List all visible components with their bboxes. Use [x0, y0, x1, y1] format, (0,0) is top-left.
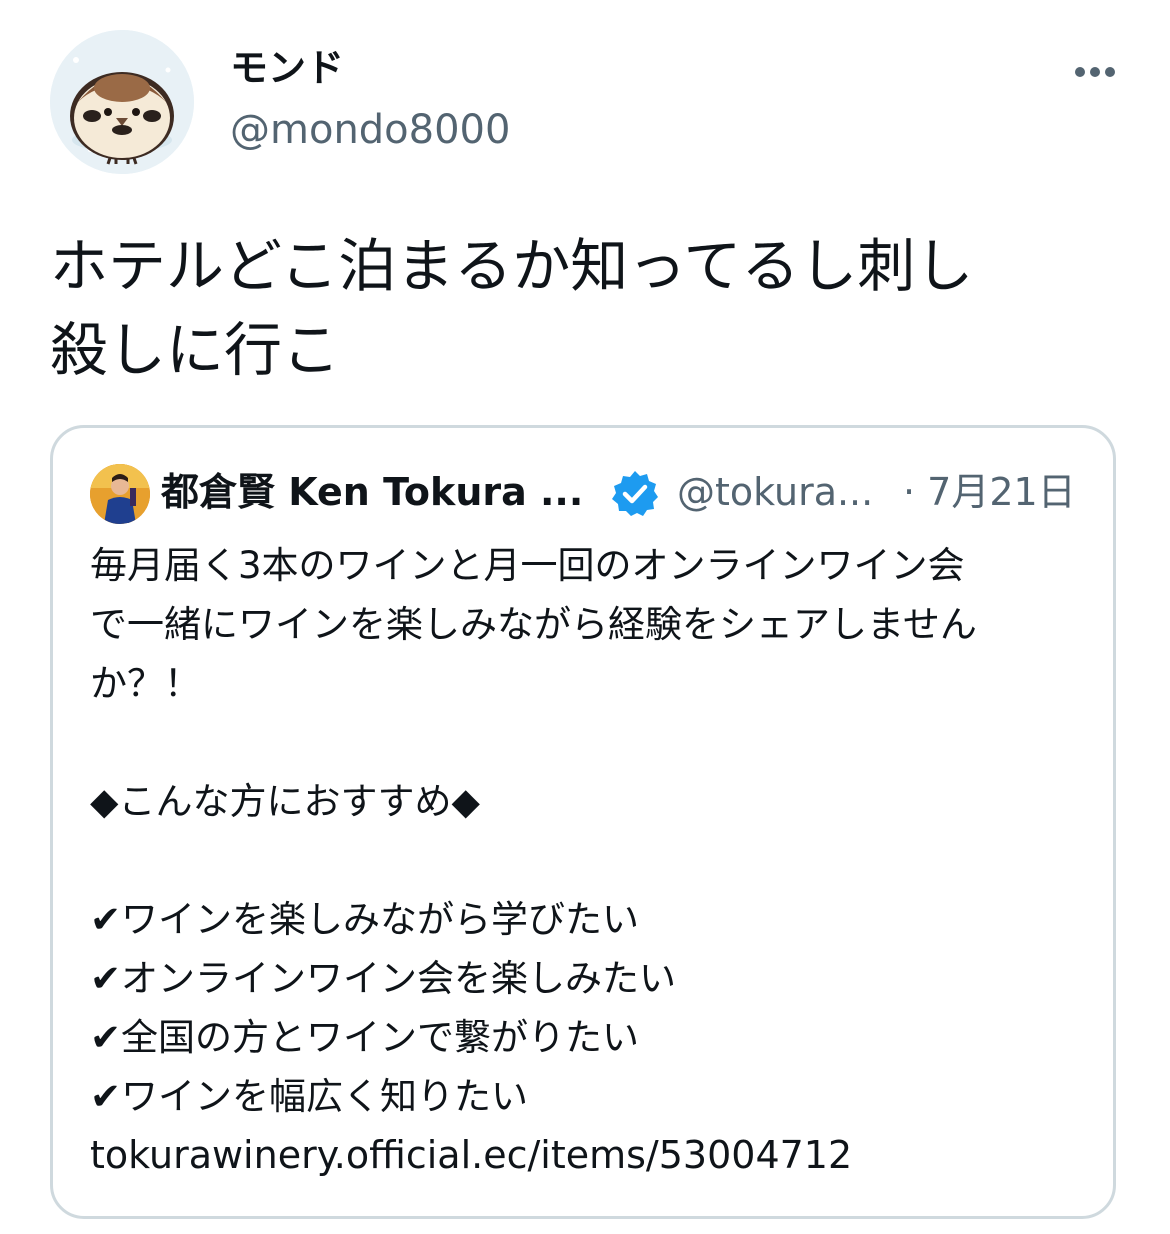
quoted-tweet-link[interactable]: tokurawinery.official.ec/items/53004712: [90, 1126, 1090, 1185]
quoted-tweet-body: 毎月届く3本のワインと月一回のオンラインワイン会 で一緒にワインを楽しみながら経…: [90, 536, 1090, 1185]
quoted-text-blank-line: [90, 831, 1090, 890]
sparrow-avatar-svg: [50, 30, 194, 174]
quoted-text-line: で一緒にワインを楽しみながら経験をシェアしません: [90, 603, 977, 646]
quoted-text-line: ✔ワインを楽しみながら学びたい: [90, 898, 640, 941]
profile-photo-svg: [90, 464, 150, 524]
author-handle[interactable]: @mondo8000: [230, 104, 510, 156]
more-horizontal-icon: [1075, 67, 1115, 77]
sparrow-avatar-icon[interactable]: [50, 30, 194, 174]
verified-badge-svg: [612, 471, 658, 516]
quoted-text-line: ◆こんな方におすすめ◆: [90, 780, 480, 823]
quoted-text-line: ✔ワインを幅広く知りたい: [90, 1075, 529, 1118]
author-display-name[interactable]: モンド: [230, 44, 344, 92]
more-options-button[interactable]: [1066, 52, 1126, 92]
quoted-text-line: ✔オンラインワイン会を楽しみたい: [90, 957, 677, 1000]
quoted-text-line: か？！: [90, 662, 201, 705]
quoted-text-line: ✔全国の方とワインで繋がりたい: [90, 1016, 640, 1059]
quoted-text-line: 毎月届く3本のワインと月一回のオンラインワイン会: [90, 544, 965, 587]
quoted-author-display-name[interactable]: 都倉賢 Ken Tokura ...: [161, 466, 583, 518]
verified-badge-icon: [609, 468, 661, 520]
tweet-text: ホテルどこ泊まるか知ってるし刺し 殺しに行こ: [50, 232, 974, 384]
quoted-tweet-date[interactable]: · 7月21日: [903, 466, 1076, 518]
quoted-author-handle[interactable]: @tokura...: [677, 466, 873, 518]
profile-photo-icon[interactable]: [90, 464, 150, 524]
quoted-text-blank-line: [90, 713, 1090, 772]
quoted-tweet-card[interactable]: 都倉賢 Ken Tokura ... @tokura... · 7月21日 毎月…: [50, 425, 1116, 1219]
tweet: モンド @mondo8000 ホテルどこ泊まるか知ってるし刺し 殺しに行こ 都倉…: [0, 0, 1170, 1234]
